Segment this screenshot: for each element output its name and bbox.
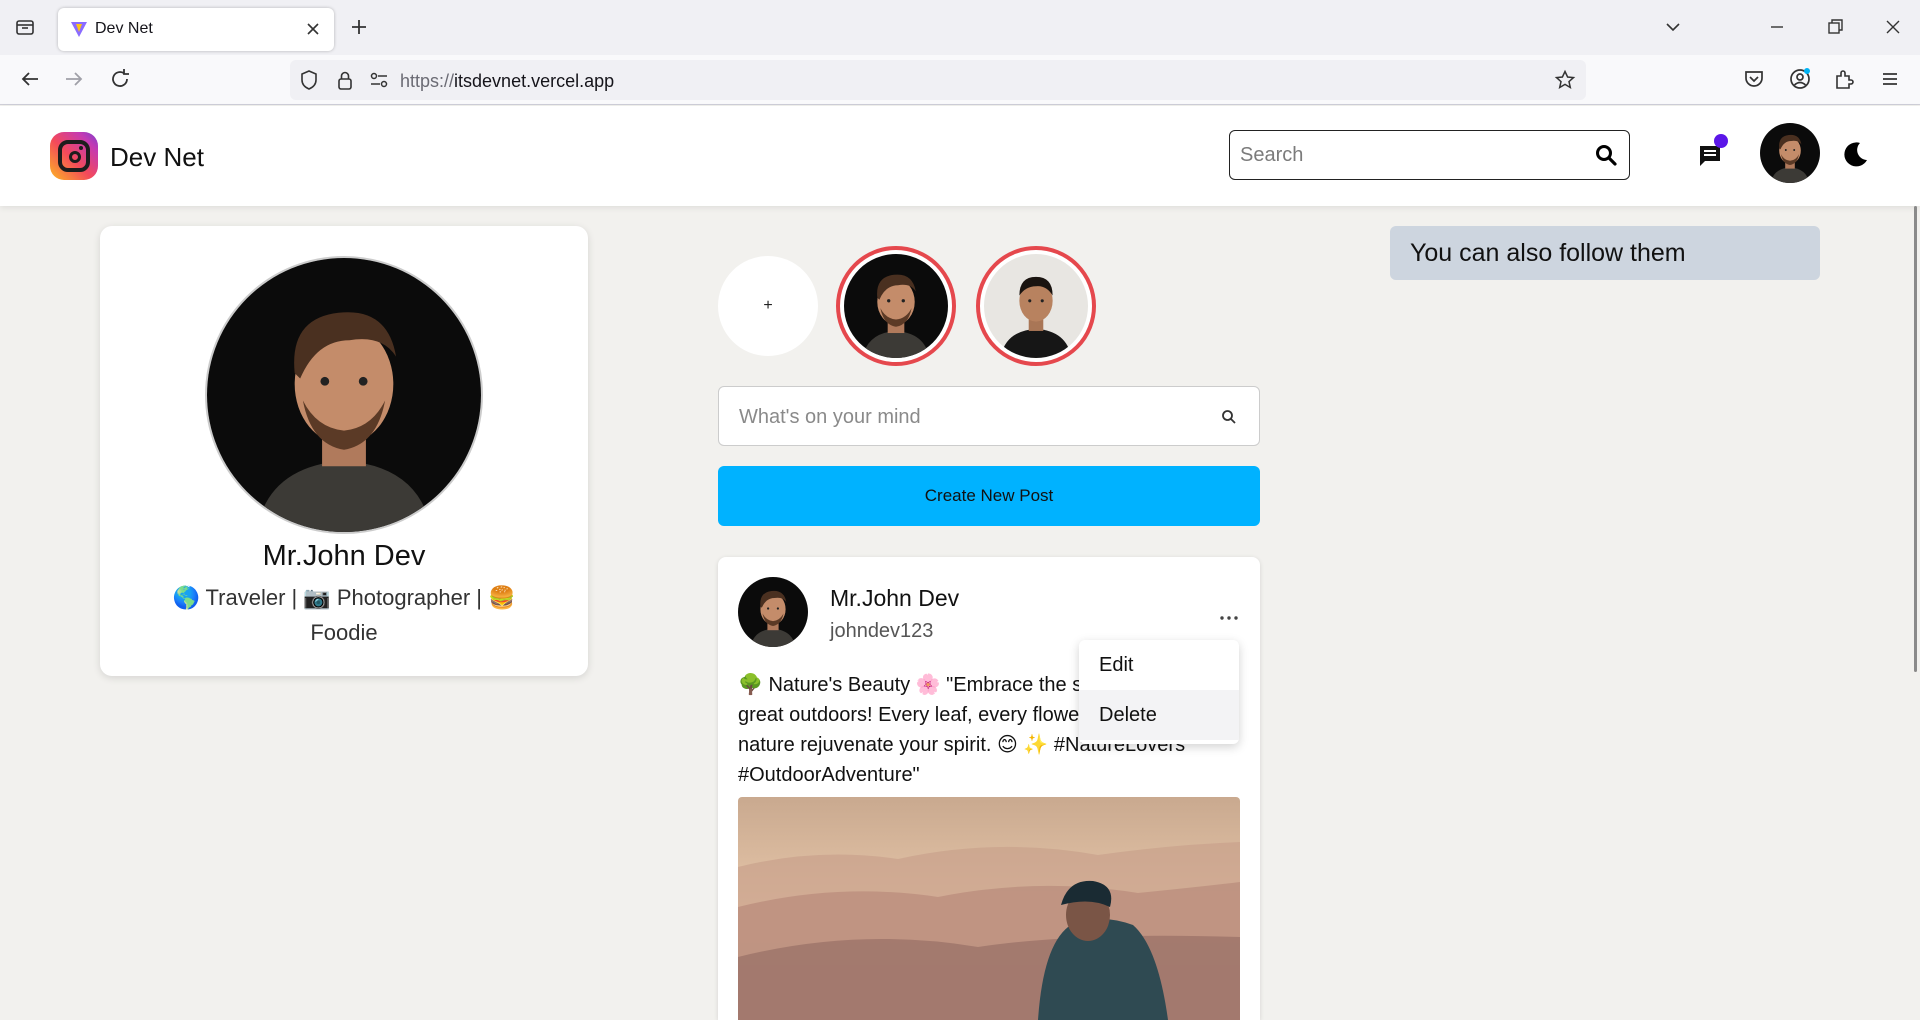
post-author-handle: johndev123: [830, 620, 934, 642]
follow-suggestions-header: You can also follow them: [1390, 226, 1820, 280]
page-scrollbar[interactable]: [1914, 206, 1917, 672]
tab-overflow-chevron-icon[interactable]: [1662, 16, 1684, 38]
post-card: Mr.John Dev johndev123 🌳 Nature's Beauty…: [718, 557, 1260, 1020]
brand-name[interactable]: Dev Net: [110, 142, 204, 173]
edit-post-menu-item[interactable]: Edit: [1079, 640, 1239, 690]
browser-tabbar: Dev Net: [0, 0, 1920, 55]
create-new-post-button[interactable]: Create New Post: [718, 466, 1260, 526]
address-bar[interactable]: https://itsdevnet.vercel.app: [290, 60, 1586, 100]
profile-photo-icon: [207, 258, 481, 532]
lock-icon[interactable]: [334, 69, 356, 91]
profile-bio: 🌎 Traveler | 📷 Photographer | 🍔 Foodie: [172, 585, 516, 645]
avatar[interactable]: [1760, 123, 1820, 183]
account-icon[interactable]: [1788, 67, 1812, 91]
search-input[interactable]: [1240, 142, 1580, 168]
pocket-icon[interactable]: [1742, 67, 1766, 91]
close-tab-icon[interactable]: [302, 18, 324, 40]
profile-card: Mr.John Dev 🌎 Traveler | 📷 Photographer …: [100, 226, 588, 676]
url-host: itsdevnet.vercel.app: [454, 71, 615, 91]
new-tab-icon[interactable]: [348, 16, 370, 38]
post-author-name[interactable]: Mr.John Dev: [830, 585, 959, 612]
url-text[interactable]: https://itsdevnet.vercel.app: [400, 71, 614, 92]
post-author-avatar[interactable]: [738, 577, 808, 647]
browser-tab[interactable]: Dev Net: [58, 8, 334, 51]
nature-photo-icon: [738, 797, 1240, 1020]
shield-icon[interactable]: [298, 69, 320, 91]
search-icon: [1222, 410, 1236, 424]
profile-picture[interactable]: [205, 256, 483, 534]
user-avatar-icon: [1760, 123, 1820, 183]
post-options-menu: Edit Delete: [1079, 640, 1239, 744]
restore-icon[interactable]: [1824, 16, 1846, 38]
bookmark-star-icon[interactable]: [1554, 69, 1576, 91]
close-window-icon[interactable]: [1882, 16, 1904, 38]
dark-mode-moon-icon[interactable]: [1840, 140, 1870, 170]
url-scheme: https://: [400, 71, 455, 91]
reload-icon[interactable]: [108, 67, 132, 91]
site-permissions-icon[interactable]: [368, 69, 390, 91]
tab-list-icon[interactable]: [14, 16, 36, 38]
vite-favicon-icon: [71, 22, 87, 37]
story-item[interactable]: [836, 246, 956, 366]
whats-on-your-mind-input[interactable]: [739, 403, 1199, 431]
tab-title: Dev Net: [95, 20, 153, 37]
delete-post-menu-item[interactable]: Delete: [1079, 690, 1239, 740]
extensions-icon[interactable]: [1832, 67, 1856, 91]
author-photo-icon: [738, 577, 808, 647]
story-avatar-icon: [984, 254, 1088, 358]
search-icon[interactable]: [1595, 144, 1617, 166]
back-icon[interactable]: [18, 67, 42, 91]
minimize-icon[interactable]: [1766, 16, 1788, 38]
add-story-button[interactable]: +: [718, 256, 818, 356]
forward-icon[interactable]: [62, 67, 86, 91]
app-header: Dev Net: [0, 106, 1920, 206]
more-options-icon[interactable]: [1218, 613, 1240, 623]
menu-icon[interactable]: [1878, 67, 1902, 91]
search-bar: [1229, 130, 1630, 180]
instagram-logo-icon[interactable]: [50, 132, 98, 180]
post-composer: [718, 386, 1260, 446]
profile-name: Mr.John Dev: [262, 540, 426, 572]
unread-badge: [1714, 134, 1728, 148]
story-item[interactable]: [976, 246, 1096, 366]
browser-navbar: https://itsdevnet.vercel.app: [0, 55, 1920, 105]
story-avatar-icon: [844, 254, 948, 358]
post-image[interactable]: [738, 797, 1240, 1020]
